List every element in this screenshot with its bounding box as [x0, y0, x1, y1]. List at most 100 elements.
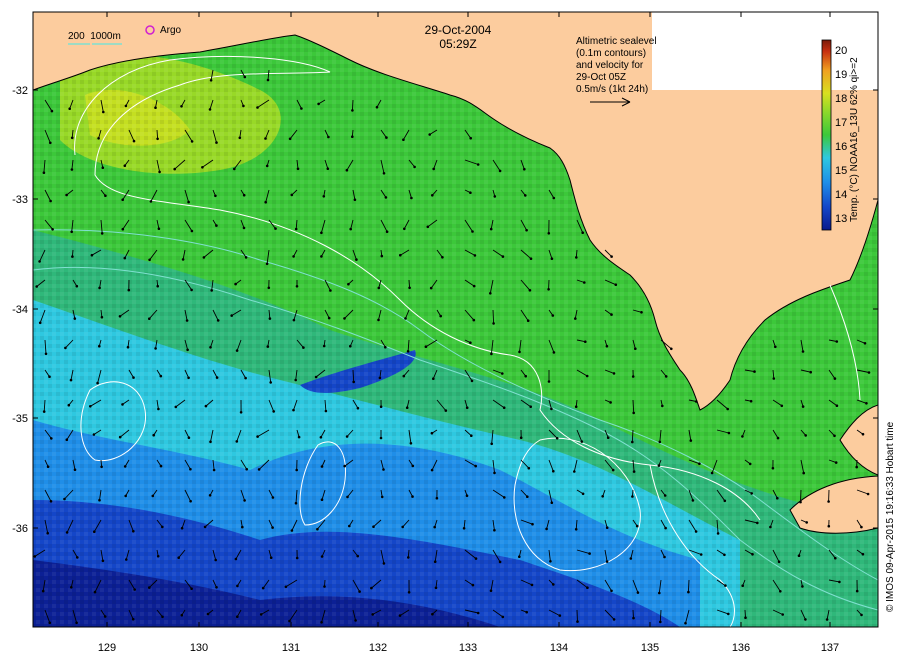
velocity-arrow-head [377, 286, 381, 290]
velocity-arrow-head [552, 469, 555, 473]
velocity-arrow-head [748, 462, 752, 466]
velocity-arrow-head [781, 613, 784, 616]
velocity-arrow-head [493, 528, 496, 532]
velocity-arrow-head [379, 405, 383, 409]
velocity-arrow-head [588, 552, 591, 555]
velocity-arrow-head [776, 436, 780, 440]
velocity-arrow-head [809, 370, 812, 374]
velocity-arrow-head [271, 496, 275, 499]
velocity-arrow-head [431, 194, 434, 197]
velocity-arrow-head [855, 465, 858, 469]
velocity-arrow-head [214, 558, 217, 562]
velocity-arrow-head [294, 227, 298, 231]
altimetry-note-line: and velocity for [576, 60, 644, 71]
velocity-arrow-head [242, 226, 246, 230]
velocity-arrow-head [432, 377, 435, 381]
velocity-arrow-head [573, 470, 576, 473]
velocity-arrow-head [38, 260, 41, 263]
velocity-arrow-head [384, 196, 388, 199]
colorbar-title: Temp. (°C) NOAA16_13U 62% qi>=2 [849, 57, 860, 222]
velocity-arrow-head [584, 340, 587, 344]
velocity-arrow-head [724, 584, 727, 587]
velocity-arrow-head [190, 288, 193, 292]
velocity-arrow-head [259, 613, 263, 616]
velocity-arrow-head [292, 408, 295, 412]
velocity-arrow-head [716, 532, 720, 535]
velocity-arrow-head [435, 496, 439, 500]
velocity-arrow-head [64, 346, 67, 350]
velocity-arrow-head [605, 560, 609, 563]
velocity-arrow-head [296, 167, 300, 171]
velocity-arrow-head [324, 409, 328, 413]
velocity-arrow-head [320, 498, 324, 502]
velocity-arrow-head [103, 615, 107, 618]
velocity-arrow-head [404, 317, 407, 320]
velocity-arrow-head [101, 166, 105, 169]
colorbar-swatch [821, 39, 832, 231]
velocity-arrow-head [187, 436, 191, 440]
lon-tick-label: 133 [459, 642, 477, 654]
velocity-arrow-head [801, 350, 805, 353]
velocity-arrow-head [154, 106, 157, 109]
altimetry-note-line: Altimetric sealevel [576, 36, 657, 47]
velocity-arrow-head [96, 381, 99, 385]
velocity-arrow-head [749, 399, 753, 403]
velocity-arrow-head [317, 102, 320, 106]
velocity-arrow-head [658, 440, 662, 444]
velocity-arrow-head [358, 590, 361, 593]
velocity-arrow-head [235, 349, 239, 352]
velocity-arrow-head [123, 465, 127, 468]
velocity-arrow-head [127, 288, 131, 292]
velocity-arrow-head [302, 346, 305, 349]
velocity-arrow-head [323, 585, 326, 588]
velocity-arrow-head [469, 191, 472, 194]
velocity-arrow-head [148, 586, 151, 589]
velocity-arrow-head [190, 140, 194, 143]
velocity-arrow-head [523, 167, 526, 171]
velocity-arrow-head [605, 526, 609, 529]
velocity-arrow-head [489, 589, 493, 592]
velocity-arrow-head [202, 256, 206, 259]
velocity-arrow-head [100, 315, 104, 319]
velocity-arrow-head [771, 466, 775, 470]
velocity-arrow-head [274, 227, 277, 230]
velocity-arrow-head [189, 467, 192, 471]
velocity-arrow-head [372, 525, 375, 528]
velocity-arrow-head [545, 527, 548, 531]
velocity-arrow-head [125, 558, 128, 561]
velocity-arrow-head [348, 524, 351, 528]
velocity-arrow-head [727, 612, 730, 616]
velocity-arrow-head [434, 586, 438, 590]
altimetry-note-line: 0.5m/s (1kt 24h) [576, 84, 648, 95]
velocity-arrow-head [131, 617, 135, 621]
velocity-arrow-head [835, 340, 839, 343]
velocity-arrow-head [345, 435, 349, 438]
velocity-arrow-head [320, 231, 323, 235]
velocity-arrow-head [863, 342, 867, 345]
velocity-arrow-head [575, 256, 578, 259]
velocity-arrow-head [866, 492, 870, 496]
velocity-arrow-head [529, 257, 533, 261]
velocity-arrow-head [552, 196, 556, 200]
velocity-arrow-head [658, 591, 661, 595]
velocity-arrow-head [67, 403, 71, 407]
velocity-arrow-head [92, 433, 96, 436]
velocity-arrow-head [384, 345, 387, 349]
velocity-arrow-head [154, 347, 157, 350]
velocity-arrow-head [300, 107, 303, 110]
velocity-arrow-head [121, 198, 124, 201]
velocity-arrow-head [234, 282, 237, 286]
velocity-arrow-head [267, 286, 271, 290]
velocity-arrow-head [769, 525, 772, 529]
velocity-arrow-head [525, 610, 528, 614]
velocity-arrow-head [547, 232, 551, 235]
velocity-arrow-head [860, 613, 863, 617]
velocity-arrow-head [835, 404, 839, 408]
velocity-arrow-head [399, 253, 402, 257]
velocity-arrow-head [489, 292, 492, 295]
velocity-arrow-head [203, 525, 207, 529]
velocity-arrow-head [631, 440, 634, 444]
velocity-arrow-head [550, 257, 554, 261]
velocity-arrow-head [33, 555, 37, 558]
velocity-arrow-head [549, 560, 552, 563]
